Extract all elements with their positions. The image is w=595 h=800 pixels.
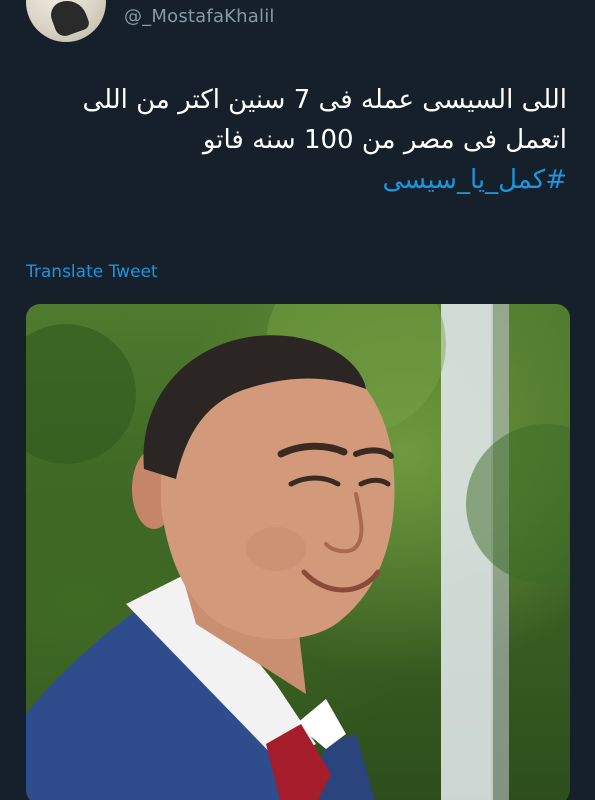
- cheek-shadow: [246, 527, 306, 571]
- tweet-screenshot: @_MostafaKhalil اللى السيسى عمله فى 7 سن…: [0, 0, 595, 800]
- user-handle[interactable]: @_MostafaKhalil: [124, 6, 275, 27]
- photo-illustration: [26, 304, 570, 800]
- hashtag-link[interactable]: #كمل_يا_سيسى: [27, 160, 567, 200]
- avatar-figure: [47, 0, 91, 39]
- tweet-text: اللى السيسى عمله فى 7 سنين اكتر من اللى …: [27, 80, 567, 200]
- tweet-text-line-1: اللى السيسى عمله فى 7 سنين اكتر من اللى: [82, 85, 567, 115]
- foliage-blur: [26, 324, 136, 464]
- user-avatar[interactable]: [26, 0, 106, 42]
- tweet-text-line-2: اتعمل فى مصر من 100 سنه فاتو: [202, 125, 567, 155]
- tweet-photo[interactable]: [26, 304, 570, 800]
- translate-tweet-link[interactable]: Translate Tweet: [26, 262, 158, 282]
